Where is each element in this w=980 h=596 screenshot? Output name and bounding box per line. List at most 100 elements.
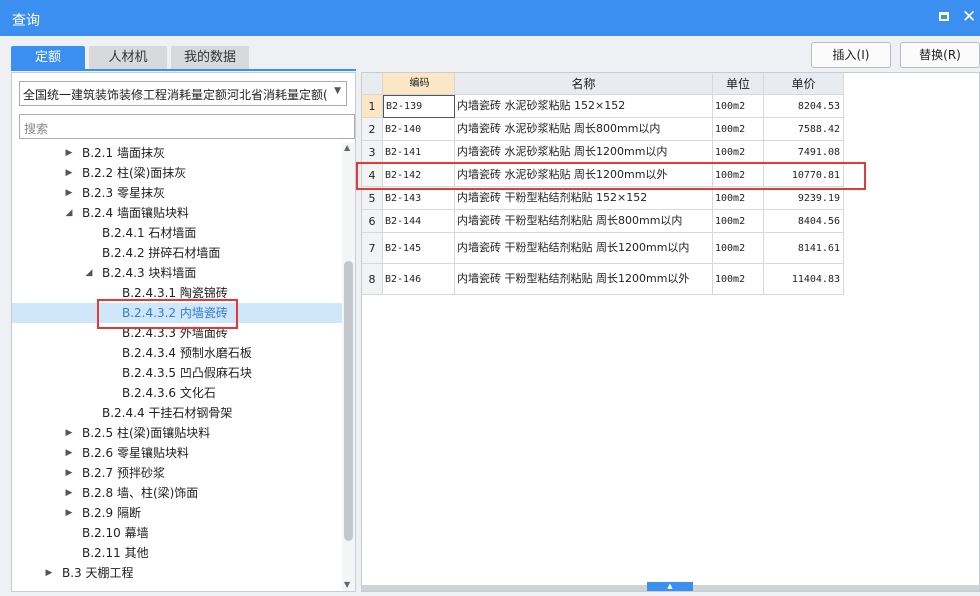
cell-price[interactable]: 9239.19 — [764, 187, 844, 210]
cell-unit[interactable]: 100m2 — [713, 210, 764, 233]
tree-item[interactable]: ▶ B.2.5 柱(梁)面镶贴块料 — [12, 423, 342, 443]
tree-item[interactable]: ▶ B.2.1 墙面抹灰 — [12, 143, 342, 163]
tree-item[interactable]: B.2.4.1 石材墙面 — [12, 223, 342, 243]
cell-code[interactable]: B2-140 — [383, 118, 455, 141]
tree-item[interactable]: B.2.4.3.2 内墙瓷砖 — [12, 303, 342, 323]
tree-item[interactable]: ◢ B.2.4 墙面镶贴块料 — [12, 203, 342, 223]
expand-arrow-icon[interactable]: ▶ — [44, 563, 54, 583]
tree-item[interactable]: B.2.4.3.4 预制水磨石板 — [12, 343, 342, 363]
quota-library-select[interactable]: 全国统一建筑装饰装修工程消耗量定额河北省消耗量定额(2012) ▼ — [19, 81, 347, 106]
cell-name[interactable]: 内墙瓷砖 干粉型粘结剂粘贴 周长800mm以内 — [455, 210, 713, 233]
column-header-name[interactable]: 名称 — [455, 73, 713, 95]
cell-unit[interactable]: 100m2 — [713, 264, 764, 295]
expand-arrow-icon[interactable]: ▶ — [64, 503, 74, 523]
cell-code[interactable]: B2-142 — [383, 164, 455, 187]
column-header-code[interactable]: 编码 — [383, 73, 455, 95]
collapse-arrow-icon[interactable]: ◢ — [64, 203, 74, 223]
tab-my-data[interactable]: 我的数据 — [171, 46, 249, 70]
tree-item[interactable]: ◢ B.2.4.3 块料墙面 — [12, 263, 342, 283]
cell-name[interactable]: 内墙瓷砖 干粉型粘结剂粘贴 152×152 — [455, 187, 713, 210]
tree-item-label: B.2.11 其他 — [82, 546, 149, 560]
row-number[interactable]: 7 — [362, 233, 383, 264]
expand-arrow-icon[interactable]: ▶ — [64, 483, 74, 503]
cell-price[interactable]: 8404.56 — [764, 210, 844, 233]
cell-price[interactable]: 10770.81 — [764, 164, 844, 187]
cell-price[interactable]: 11404.83 — [764, 264, 844, 295]
close-icon[interactable]: ✕ — [962, 7, 976, 27]
row-number[interactable]: 3 — [362, 141, 383, 164]
maximize-icon[interactable] — [939, 12, 949, 21]
tree-item[interactable]: B.2.4.3.1 陶瓷锦砖 — [12, 283, 342, 303]
row-number[interactable]: 4 — [362, 164, 383, 187]
search-input[interactable]: 搜索 — [19, 114, 355, 139]
cell-price[interactable]: 8204.53 — [764, 95, 844, 118]
cell-unit[interactable]: 100m2 — [713, 118, 764, 141]
tree-item[interactable]: B.2.10 幕墙 — [12, 523, 342, 543]
row-number[interactable]: 5 — [362, 187, 383, 210]
tree-item[interactable]: ▶ B.2.6 零星镶贴块料 — [12, 443, 342, 463]
expand-arrow-icon[interactable]: ▶ — [64, 443, 74, 463]
cell-name[interactable]: 内墙瓷砖 水泥砂浆粘贴 周长800mm以内 — [455, 118, 713, 141]
cell-code[interactable]: B2-141 — [383, 141, 455, 164]
tab-quota[interactable]: 定额 — [11, 46, 85, 70]
row-number-header — [362, 73, 383, 95]
cell-code[interactable]: B2-146 — [383, 264, 455, 295]
cell-unit[interactable]: 100m2 — [713, 233, 764, 264]
tree-item[interactable]: ▶ B.2.3 零星抹灰 — [12, 183, 342, 203]
tree-item[interactable]: B.2.11 其他 — [12, 543, 342, 563]
cell-code[interactable]: B2-144 — [383, 210, 455, 233]
row-number[interactable]: 6 — [362, 210, 383, 233]
expand-arrow-icon[interactable]: ▶ — [64, 423, 74, 443]
tree-item[interactable]: ▶ B.3 天棚工程 — [12, 563, 342, 583]
cell-code[interactable]: B2-143 — [383, 187, 455, 210]
cell-unit[interactable]: 100m2 — [713, 95, 764, 118]
cell-unit[interactable]: 100m2 — [713, 164, 764, 187]
tree-item-label: B.2.2 柱(梁)面抹灰 — [82, 166, 187, 180]
tree-item[interactable]: ▶ B.2.9 隔断 — [12, 503, 342, 523]
column-header-unit[interactable]: 单位 — [713, 73, 764, 95]
cell-code[interactable]: B2-139 — [383, 95, 455, 118]
cell-name[interactable]: 内墙瓷砖 干粉型粘结剂粘贴 周长1200mm以外 — [455, 264, 713, 295]
cell-unit[interactable]: 100m2 — [713, 141, 764, 164]
tree-item[interactable]: ▶ B.2.8 墙、柱(梁)饰面 — [12, 483, 342, 503]
tree-item[interactable]: B.2.4.3.5 凹凸假麻石块 — [12, 363, 342, 383]
scroll-up-icon[interactable]: ▲ — [344, 143, 350, 152]
tree-item-label: B.2.8 墙、柱(梁)饰面 — [82, 486, 199, 500]
cell-price[interactable]: 7491.08 — [764, 141, 844, 164]
tree-item-label: B.2.3 零星抹灰 — [82, 186, 165, 200]
tree-item[interactable]: B.2.4.3.3 外墙面砖 — [12, 323, 342, 343]
expand-arrow-icon[interactable]: ▶ — [64, 143, 74, 163]
cell-name[interactable]: 内墙瓷砖 水泥砂浆粘贴 周长1200mm以内 — [455, 141, 713, 164]
cell-name[interactable]: 内墙瓷砖 干粉型粘结剂粘贴 周长1200mm以内 — [455, 233, 713, 264]
row-number[interactable]: 1 — [362, 95, 383, 118]
insert-button[interactable]: 插入(I) — [811, 42, 891, 68]
column-header-price[interactable]: 单价 — [764, 73, 844, 95]
chevron-down-icon[interactable]: ▼ — [334, 86, 341, 96]
tree-item[interactable]: B.2.4.3.6 文化石 — [12, 383, 342, 403]
cell-unit[interactable]: 100m2 — [713, 187, 764, 210]
expand-arrow-icon[interactable]: ▶ — [64, 463, 74, 483]
tree-item[interactable]: ▶ B.2.7 预拌砂浆 — [12, 463, 342, 483]
scroll-down-icon[interactable]: ▼ — [344, 580, 350, 589]
expand-arrow-icon[interactable]: ▶ — [64, 183, 74, 203]
splitter-grip-icon[interactable]: ▲ — [647, 582, 693, 591]
cell-name[interactable]: 内墙瓷砖 水泥砂浆粘贴 152×152 — [455, 95, 713, 118]
tab-labor-material[interactable]: 人材机 — [89, 46, 167, 70]
expand-arrow-icon[interactable]: ▶ — [64, 163, 74, 183]
cell-price[interactable]: 7588.42 — [764, 118, 844, 141]
tree-item-label: B.2.4.3.3 外墙面砖 — [122, 326, 228, 340]
row-number[interactable]: 8 — [362, 264, 383, 295]
row-number[interactable]: 2 — [362, 118, 383, 141]
tree-item[interactable]: ▶ B.2.2 柱(梁)面抹灰 — [12, 163, 342, 183]
scrollbar-thumb[interactable] — [344, 261, 353, 541]
tree-item[interactable]: B.2.4.4 干挂石材钢骨架 — [12, 403, 342, 423]
tree-item[interactable]: B.2.4.2 拼碎石材墙面 — [12, 243, 342, 263]
collapse-arrow-icon[interactable]: ◢ — [84, 263, 94, 283]
cell-code[interactable]: B2-145 — [383, 233, 455, 264]
window-title: 查询 — [12, 13, 40, 29]
cell-name[interactable]: 内墙瓷砖 水泥砂浆粘贴 周长1200mm以外 — [455, 164, 713, 187]
horizontal-scrollbar[interactable]: ▲ — [362, 582, 979, 591]
replace-button[interactable]: 替换(R) — [900, 42, 980, 68]
tree-scrollbar[interactable]: ▲ ▼ — [342, 143, 355, 591]
cell-price[interactable]: 8141.61 — [764, 233, 844, 264]
